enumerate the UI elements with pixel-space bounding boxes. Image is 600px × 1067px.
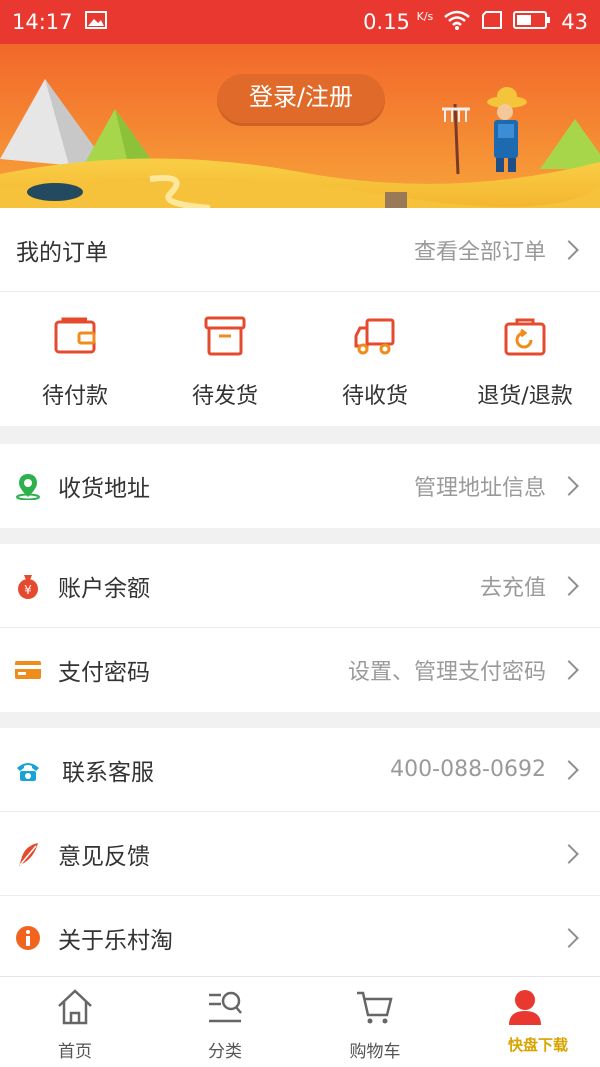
banner-illustration xyxy=(0,44,600,208)
orders-title: 我的订单 xyxy=(16,239,108,266)
order-status-label: 退货/退款 xyxy=(477,384,573,409)
order-status-grid: 待付款 待发货 待收货 退货/退款 xyxy=(0,292,600,426)
network-speed: 0.15 K/s xyxy=(363,10,433,34)
address-label: 收货地址 xyxy=(58,476,150,502)
support-panel: 联系客服 400-088-0692 意见反馈 关于乐村淘 xyxy=(0,728,600,976)
cart-icon xyxy=(357,991,393,1024)
chevron-right-icon xyxy=(559,843,579,864)
order-status-return-refund[interactable]: 退货/退款 xyxy=(450,292,600,426)
chevron-right-icon xyxy=(559,928,579,948)
orders-panel: 我的订单 查看全部订单 待付款 待发货 待收货 退货/退款 xyxy=(0,208,600,426)
location-pin-icon xyxy=(14,472,42,500)
chevron-right-icon xyxy=(559,575,579,596)
order-status-pending-receipt[interactable]: 待收货 xyxy=(300,292,450,426)
chevron-right-icon xyxy=(559,239,579,260)
order-status-pending-payment[interactable]: 待付款 xyxy=(0,292,150,426)
order-status-pending-shipment[interactable]: 待发货 xyxy=(150,292,300,426)
tab-cart-label: 购物车 xyxy=(349,1042,401,1062)
phone-icon xyxy=(14,756,42,784)
sim-card-icon xyxy=(481,10,503,35)
network-speed-value: 0.15 xyxy=(363,10,410,34)
pay-password-row[interactable]: 支付密码 设置、管理支付密码 xyxy=(0,628,600,712)
tab-home[interactable]: 首页 xyxy=(0,977,150,1067)
address-value: 管理地址信息 xyxy=(413,476,546,501)
pay-password-value: 设置、管理支付密码 xyxy=(347,660,546,685)
address-row[interactable]: 收货地址 管理地址信息 xyxy=(0,444,600,528)
battery-icon xyxy=(513,10,551,35)
orders-header-row[interactable]: 我的订单 查看全部订单 xyxy=(0,208,600,292)
view-all-orders-link[interactable]: 查看全部订单 xyxy=(414,234,546,266)
status-bar: 14:17 0.15 K/s 43 xyxy=(0,0,600,44)
chevron-right-icon xyxy=(559,759,579,780)
address-panel: 收货地址 管理地址信息 xyxy=(0,444,600,528)
user-icon xyxy=(509,990,541,1025)
home-icon xyxy=(58,989,92,1025)
about-label: 关于乐村淘 xyxy=(58,928,173,954)
wallet-icon xyxy=(54,317,96,354)
balance-row[interactable]: ¥ 账户余额 去充值 xyxy=(0,544,600,628)
card-icon xyxy=(14,656,42,684)
tab-category-label: 分类 xyxy=(208,1042,242,1062)
balance-label: 账户余额 xyxy=(58,575,150,602)
customer-service-row[interactable]: 联系客服 400-088-0692 xyxy=(0,728,600,812)
image-notification-icon xyxy=(84,10,107,34)
network-speed-unit: K/s xyxy=(416,10,434,23)
account-panel: ¥ 账户余额 去充值 支付密码 设置、管理支付密码 xyxy=(0,544,600,712)
pay-password-label: 支付密码 xyxy=(58,660,150,686)
battery-level: 43 xyxy=(561,10,588,34)
category-search-icon xyxy=(209,991,242,1023)
money-bag-icon: ¥ xyxy=(14,572,42,600)
feather-icon xyxy=(14,840,42,868)
truck-icon xyxy=(354,318,395,355)
profile-banner: 登录/注册 xyxy=(0,44,600,208)
box-icon xyxy=(204,316,246,356)
tab-category[interactable]: 分类 xyxy=(150,977,300,1067)
chevron-right-icon xyxy=(559,476,579,496)
order-status-label: 待收货 xyxy=(341,384,408,409)
feedback-label: 意见反馈 xyxy=(58,843,150,870)
about-row[interactable]: 关于乐村淘 xyxy=(0,896,600,980)
tab-home-label: 首页 xyxy=(58,1042,92,1062)
svg-text:¥: ¥ xyxy=(24,583,32,597)
login-register-button[interactable]: 登录/注册 xyxy=(217,74,385,126)
recharge-link[interactable]: 去充值 xyxy=(480,570,546,602)
watermark-logo: 快盘下载 xyxy=(508,1036,569,1054)
info-icon xyxy=(14,924,42,952)
status-time: 14:17 xyxy=(12,10,73,34)
feedback-row[interactable]: 意见反馈 xyxy=(0,812,600,896)
order-status-label: 待发货 xyxy=(191,384,258,409)
chevron-right-icon xyxy=(559,660,579,680)
tab-cart[interactable]: 购物车 xyxy=(300,977,450,1067)
service-phone-number[interactable]: 400-088-0692 xyxy=(390,757,546,782)
return-bag-icon xyxy=(504,318,546,356)
customer-service-label: 联系客服 xyxy=(62,759,154,786)
order-status-label: 待付款 xyxy=(41,384,108,409)
wifi-icon xyxy=(443,9,471,36)
